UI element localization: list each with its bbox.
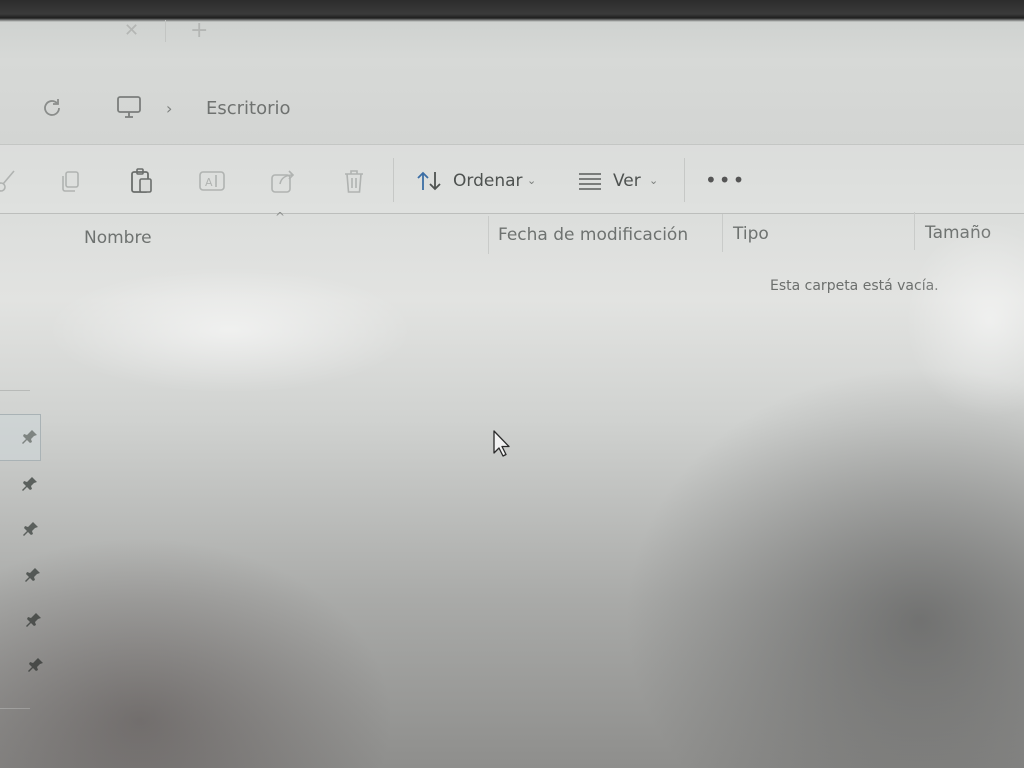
- toolbar-divider: [393, 158, 394, 202]
- rename-icon[interactable]: A: [197, 166, 227, 196]
- mouse-pointer-icon: [492, 430, 512, 458]
- pin-icon: [25, 567, 41, 583]
- sort-ascending-caret-icon: ^: [275, 210, 286, 224]
- more-options-icon[interactable]: •••: [705, 168, 746, 192]
- title-bar: [0, 18, 1024, 80]
- svg-text:A: A: [205, 176, 213, 189]
- nav-divider: [0, 390, 30, 391]
- share-icon[interactable]: [268, 166, 298, 196]
- tab-divider: [165, 20, 166, 42]
- empty-folder-message: Esta carpeta está vacía.: [770, 278, 939, 294]
- column-header-size[interactable]: Tamaño: [925, 223, 991, 243]
- column-header-name[interactable]: Nombre: [84, 228, 152, 248]
- chevron-down-icon[interactable]: ⌄: [527, 174, 536, 187]
- breadcrumb-chevron-icon: ›: [166, 99, 173, 118]
- refresh-icon[interactable]: [40, 96, 64, 120]
- pin-icon: [28, 657, 44, 673]
- sort-icon[interactable]: [415, 166, 443, 196]
- pin-icon: [26, 612, 42, 628]
- column-header-modified[interactable]: Fecha de modificación: [498, 225, 688, 245]
- view-list-icon[interactable]: [577, 166, 603, 196]
- toolbar-divider: [684, 158, 685, 202]
- view-button[interactable]: Ver: [613, 171, 641, 191]
- close-icon[interactable]: ✕: [124, 20, 139, 41]
- copy-icon[interactable]: [56, 166, 86, 196]
- sort-button[interactable]: Ordenar: [453, 171, 523, 191]
- pin-icon: [23, 521, 39, 537]
- column-divider[interactable]: [488, 216, 489, 254]
- delete-icon[interactable]: [339, 166, 369, 196]
- cut-icon[interactable]: [0, 166, 22, 196]
- nav-divider: [0, 708, 30, 709]
- breadcrumb-current-folder[interactable]: Escritorio: [206, 98, 291, 119]
- column-divider[interactable]: [722, 214, 723, 252]
- paste-icon[interactable]: [127, 166, 157, 196]
- computer-icon[interactable]: [115, 95, 143, 121]
- new-tab-plus-icon[interactable]: +: [190, 18, 208, 43]
- column-divider[interactable]: [914, 212, 915, 250]
- column-header-type[interactable]: Tipo: [733, 224, 769, 244]
- chevron-down-icon[interactable]: ⌄: [649, 174, 658, 187]
- address-bar: [0, 82, 1024, 140]
- pin-icon: [22, 429, 38, 445]
- pin-icon: [22, 476, 38, 492]
